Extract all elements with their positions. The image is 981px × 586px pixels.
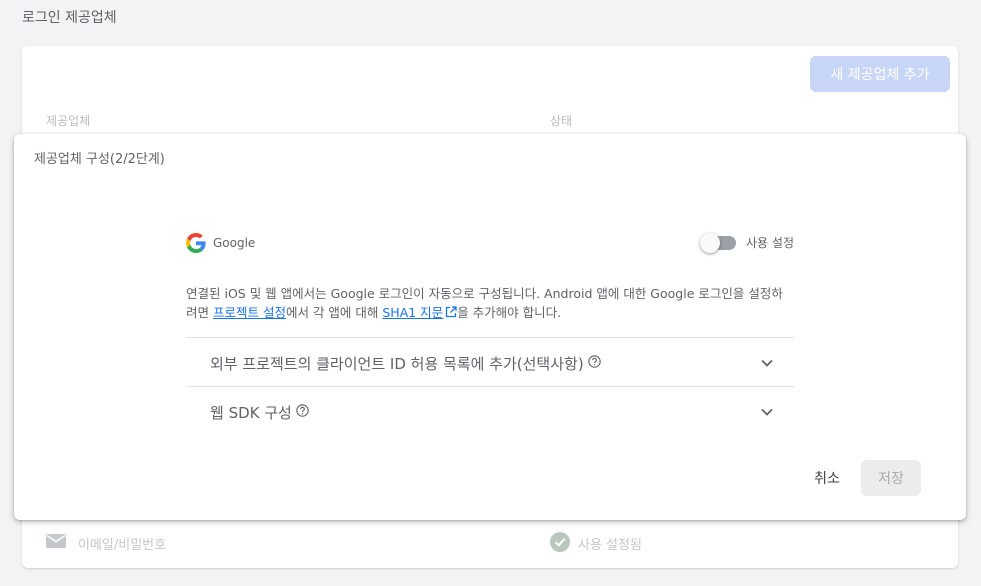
accordion-item-client-id-whitelist[interactable]: 외부 프로젝트의 클라이언트 ID 허용 목록에 추가(선택사항)	[186, 338, 794, 387]
open-in-new-icon[interactable]	[445, 306, 457, 318]
help-icon[interactable]	[296, 404, 309, 417]
save-button[interactable]: 저장	[861, 460, 921, 496]
accordion: 외부 프로젝트의 클라이언트 ID 허용 목록에 추가(선택사항) 웹 SDK …	[186, 337, 794, 435]
help-icon[interactable]	[587, 355, 601, 368]
accordion-label: 외부 프로젝트의 클라이언트 ID 허용 목록에 추가(선택사항)	[210, 355, 584, 373]
provider-name-google: Google	[213, 236, 256, 250]
provider-name: 이메일/비밀번호	[78, 538, 167, 553]
description-part: 에서 각 앱에 대해	[285, 305, 383, 320]
sha1-fingerprint-link[interactable]: SHA1 지문	[382, 305, 443, 320]
mail-icon	[46, 534, 66, 548]
accordion-label: 웹 SDK 구성	[210, 404, 292, 422]
table-row[interactable]: 이메일/비밀번호 사용 설정됨	[22, 526, 958, 560]
enable-toggle-label: 사용 설정	[746, 236, 794, 250]
enable-toggle[interactable]	[700, 232, 737, 253]
chevron-down-icon[interactable]	[760, 356, 774, 370]
chevron-down-icon[interactable]	[760, 405, 774, 419]
project-settings-link[interactable]: 프로젝트 설정	[213, 305, 286, 320]
accordion-item-web-sdk-config[interactable]: 웹 SDK 구성	[186, 387, 794, 435]
check-circle-icon	[550, 532, 570, 552]
provider-status: 사용 설정됨	[578, 538, 642, 553]
add-provider-button[interactable]: 새 제공업체 추가	[810, 56, 950, 92]
description-part: 을 추가해야 합니다.	[457, 305, 562, 320]
google-icon	[186, 233, 206, 253]
column-header-provider: 제공업체	[46, 114, 91, 128]
column-header-status: 상태	[550, 114, 573, 128]
dialog-title: 제공업체 구성(2/2단계)	[34, 152, 165, 167]
cancel-button[interactable]: 취소	[800, 460, 854, 496]
provider-config-dialog: 제공업체 구성(2/2단계) Google 사용 설정 연결된 iOS 및 웹 …	[14, 134, 966, 520]
toggle-knob	[700, 232, 721, 253]
description-text: 연결된 iOS 및 웹 앱에서는 Google 로그인이 자동으로 구성됩니다.…	[186, 284, 792, 322]
page-title: 로그인 제공업체	[22, 10, 117, 26]
